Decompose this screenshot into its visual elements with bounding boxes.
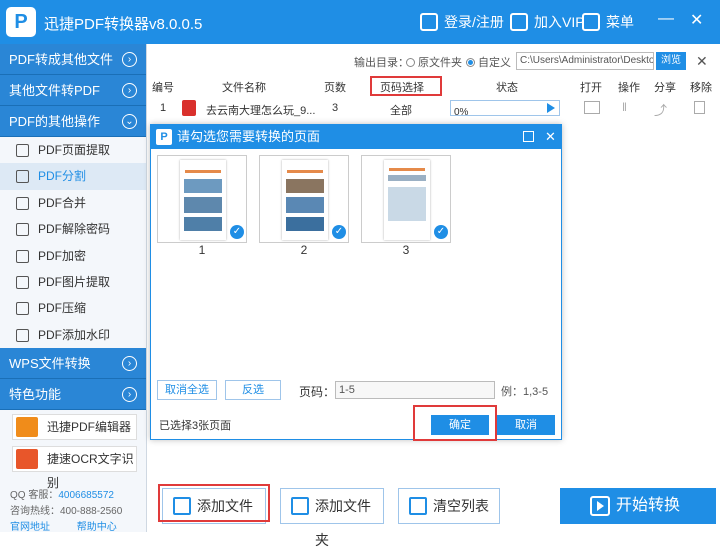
folder-icon[interactable] bbox=[584, 101, 600, 114]
help-link[interactable]: 帮助中心 bbox=[77, 522, 117, 533]
website-link[interactable]: 官网地址 bbox=[10, 522, 50, 533]
promo-ocr[interactable]: 捷速OCR文字识别 bbox=[12, 446, 137, 490]
invert-selection-button[interactable]: 反选 bbox=[225, 380, 281, 400]
sidebar-item-split[interactable]: PDF分割 bbox=[0, 163, 146, 190]
sidebar: PDF转成其他文件 › 其他文件转PDF › PDF的其他操作 ⌄ PDF页面提… bbox=[0, 44, 147, 533]
page-select-dialog: P 请勾选您需要转换的页面 ✕ ✓ 1 ✓ 2 ✓ 3 取消全选 反选 页码： … bbox=[150, 124, 562, 441]
minimize-button[interactable]: — bbox=[658, 10, 674, 28]
output-path-field[interactable]: C:\Users\Administrator\Deskto bbox=[516, 52, 654, 70]
section-wps[interactable]: WPS文件转换 › bbox=[0, 348, 146, 380]
lock-icon bbox=[16, 249, 29, 263]
folder-add-icon bbox=[291, 497, 309, 515]
close-icon[interactable]: ✕ bbox=[696, 53, 708, 70]
merge-icon bbox=[16, 196, 29, 210]
section-other-to-pdf[interactable]: 其他文件转PDF › bbox=[0, 75, 146, 106]
watermark-icon bbox=[16, 328, 29, 342]
app-logo-icon: P bbox=[6, 7, 36, 37]
sidebar-item-unlock[interactable]: PDF解除密码 bbox=[0, 216, 146, 242]
sidebar-item-page-extract[interactable]: PDF页面提取 bbox=[0, 137, 146, 163]
cancel-button[interactable]: 取消 bbox=[497, 415, 555, 435]
progress-bar: 0% bbox=[450, 100, 560, 118]
page-thumbnail-2[interactable]: ✓ bbox=[259, 155, 349, 243]
trash-icon[interactable] bbox=[694, 101, 705, 114]
play-icon[interactable] bbox=[547, 103, 555, 113]
sidebar-item-compress[interactable]: PDF压缩 bbox=[0, 295, 146, 321]
section-pdf-other-ops[interactable]: PDF的其他操作 ⌄ bbox=[0, 106, 146, 137]
pdf-editor-icon bbox=[16, 417, 38, 437]
check-icon: ✓ bbox=[332, 225, 346, 239]
check-icon: ✓ bbox=[230, 225, 244, 239]
promo-pdf-editor[interactable]: 迅捷PDF编辑器 bbox=[12, 414, 137, 440]
close-icon[interactable]: ✕ bbox=[545, 125, 556, 149]
split-icon bbox=[16, 170, 29, 184]
browse-button[interactable]: 浏览 bbox=[656, 52, 686, 70]
radio-original-folder[interactable]: 原文件夹 bbox=[406, 54, 462, 70]
sidebar-item-watermark[interactable]: PDF添加水印 bbox=[0, 322, 146, 348]
user-icon bbox=[420, 13, 438, 31]
document-icon bbox=[16, 144, 29, 157]
footer-links: 官网地址 帮助中心 bbox=[10, 518, 117, 533]
qq-contact: QQ 客服：4006685572 bbox=[10, 490, 114, 501]
close-button[interactable]: ✕ bbox=[690, 10, 703, 30]
chevron-right-icon: › bbox=[122, 356, 137, 372]
compress-icon bbox=[16, 302, 29, 316]
highlight-add-file bbox=[158, 484, 270, 522]
page-thumbnail-1[interactable]: ✓ bbox=[157, 155, 247, 243]
share-icon[interactable]: ⤴ bbox=[654, 100, 667, 119]
page-number-label: 3 bbox=[402, 243, 410, 257]
table-row[interactable]: 1 去云南大理怎么玩_9... 3 全部 0% ‖ ⤴ bbox=[148, 97, 720, 121]
image-icon bbox=[16, 275, 29, 289]
sidebar-item-encrypt[interactable]: PDF加密 bbox=[0, 243, 146, 269]
deselect-all-button[interactable]: 取消全选 bbox=[157, 380, 217, 400]
maximize-icon[interactable] bbox=[523, 131, 534, 142]
chevron-right-icon: › bbox=[122, 83, 137, 98]
sidebar-item-merge[interactable]: PDF合并 bbox=[0, 190, 146, 216]
chevron-right-icon: › bbox=[122, 387, 137, 403]
play-icon bbox=[590, 496, 610, 516]
page-number-label: 2 bbox=[300, 243, 308, 257]
grid-icon bbox=[582, 13, 600, 31]
ocr-icon bbox=[16, 449, 38, 469]
hotline-contact: 咨询热线：400-888-2560 bbox=[10, 506, 123, 517]
app-logo-icon: P bbox=[156, 129, 172, 145]
unlock-icon bbox=[16, 223, 29, 237]
page-number-label: 1 bbox=[198, 243, 206, 257]
login-button[interactable]: 登录/注册 bbox=[420, 12, 504, 32]
title-bar: P 迅捷PDF转换器v8.0.0.5 登录/注册 加入VIP 菜单 — ✕ bbox=[0, 0, 720, 44]
selected-count: 已选择3张页面 bbox=[159, 420, 232, 432]
chevron-down-icon: ⌄ bbox=[122, 114, 137, 129]
dialog-title-bar: P 请勾选您需要转换的页面 ✕ bbox=[151, 125, 561, 149]
highlight-page-selection bbox=[370, 76, 442, 96]
highlight-ok bbox=[413, 405, 497, 441]
page-thumbnail-3[interactable]: ✓ bbox=[361, 155, 451, 243]
check-icon: ✓ bbox=[434, 225, 448, 239]
pdf-file-icon bbox=[182, 100, 196, 116]
vip-icon bbox=[510, 13, 528, 31]
radio-custom[interactable]: 自定义 bbox=[466, 54, 511, 70]
page-number-example: 例：1,3-5 bbox=[501, 386, 549, 398]
section-special[interactable]: 特色功能 › bbox=[0, 379, 146, 411]
add-folder-button[interactable]: 添加文件夹 bbox=[280, 488, 384, 548]
page-number-field-label: 页码： bbox=[299, 385, 336, 399]
clear-list-button[interactable]: 清空列表 bbox=[398, 488, 500, 524]
section-pdf-to-other[interactable]: PDF转成其他文件 › bbox=[0, 44, 146, 75]
output-directory: 输出目录： 原文件夹 自定义 C:\Users\Administrator\De… bbox=[354, 52, 708, 70]
page-number-input[interactable]: 1-5 bbox=[335, 381, 495, 399]
pause-icon[interactable]: ‖ bbox=[622, 100, 627, 114]
vip-button[interactable]: 加入VIP bbox=[510, 12, 585, 32]
menu-button[interactable]: 菜单 bbox=[582, 12, 634, 32]
start-convert-button[interactable]: 开始转换 bbox=[560, 488, 716, 524]
sidebar-item-image-extract[interactable]: PDF图片提取 bbox=[0, 269, 146, 295]
app-title: 迅捷PDF转换器v8.0.0.5 bbox=[44, 16, 203, 33]
clear-icon bbox=[409, 497, 427, 515]
chevron-right-icon: › bbox=[122, 52, 137, 67]
